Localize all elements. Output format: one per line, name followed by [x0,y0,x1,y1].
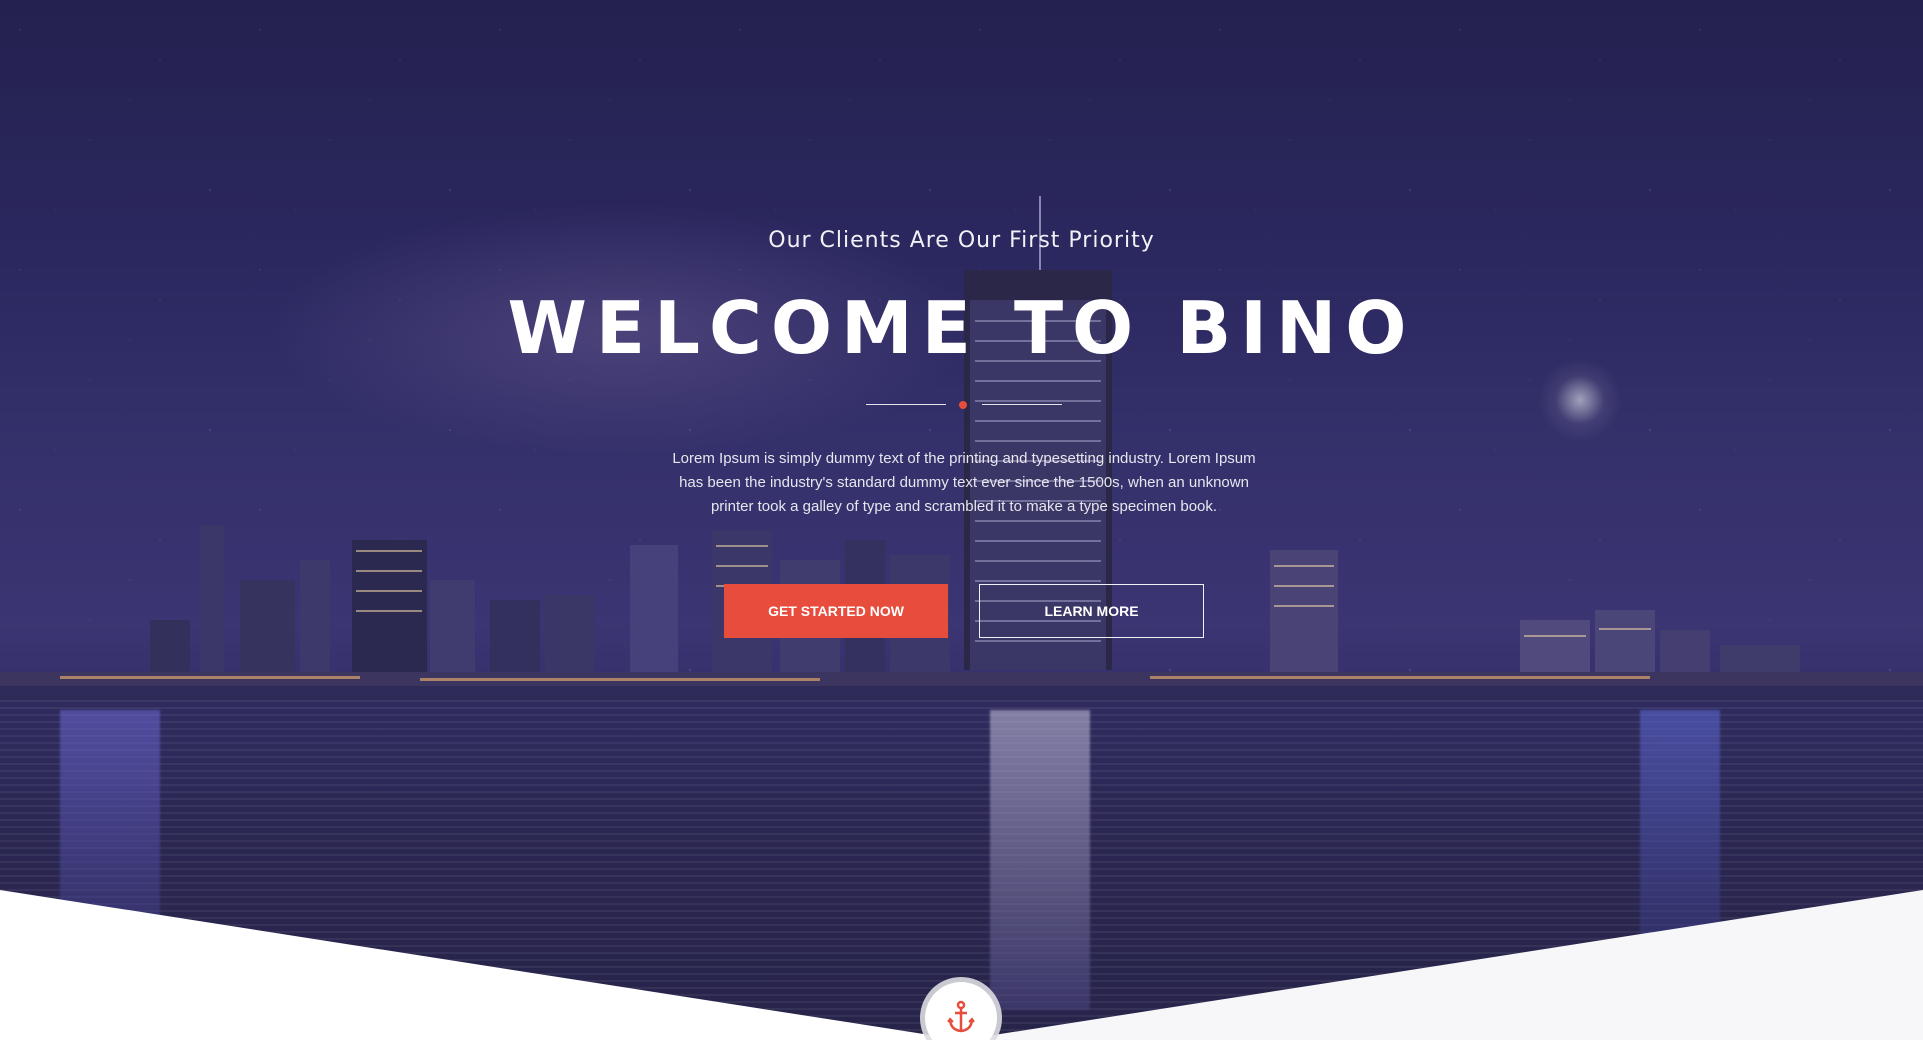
hero-tagline: Our Clients Are Our First Priority [768,228,1155,253]
left-light-reflection [60,710,160,1010]
tower-reflection [990,710,1090,1010]
divider-line-left [866,404,946,405]
title-divider [866,400,1062,410]
anchor-icon [947,1000,975,1033]
hero-description: Lorem Ipsum is simply dummy text of the … [672,450,1256,515]
blue-light-reflection [1640,710,1720,1010]
divider-dot [959,401,967,409]
divider-line-right [982,404,1062,405]
learn-more-button[interactable]: LEARN MORE [979,584,1204,638]
hero-section: Our Clients Are Our First Priority WELCO… [0,0,1923,1040]
get-started-button[interactable]: GET STARTED NOW [724,584,948,638]
hero-title: WELCOME TO BINO [507,286,1416,370]
